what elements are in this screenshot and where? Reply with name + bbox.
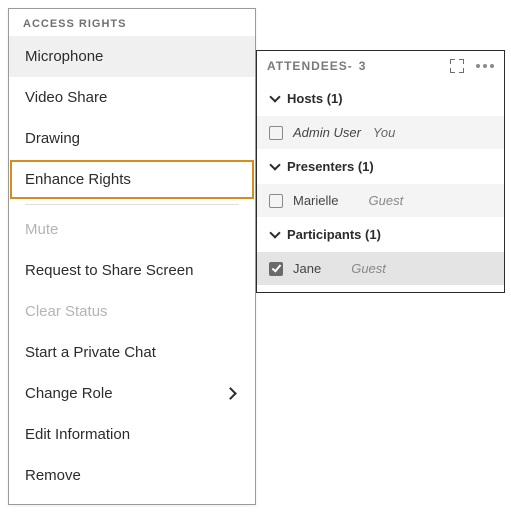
attendees-header: ATTENDEES - 3 — [257, 51, 504, 81]
attendee-suffix: Guest — [351, 261, 386, 276]
fullscreen-icon[interactable] — [450, 59, 464, 73]
menu-item-label: Drawing — [25, 130, 80, 147]
menu-item-change-role[interactable]: Change Role — [9, 373, 255, 414]
menu-item-label: Microphone — [25, 48, 103, 65]
menu-item-drawing[interactable]: Drawing — [9, 118, 255, 159]
menu-item-label: Request to Share Screen — [25, 262, 193, 279]
checkbox-checked-icon[interactable] — [269, 262, 283, 276]
menu-item-microphone[interactable]: Microphone — [9, 36, 255, 77]
menu-item-clear-status: Clear Status — [9, 291, 255, 332]
group-label: Hosts (1) — [287, 91, 343, 106]
menu-item-mute: Mute — [9, 209, 255, 250]
chevron-down-icon — [269, 159, 280, 170]
menu-item-private-chat[interactable]: Start a Private Chat — [9, 332, 255, 373]
attendee-name: Admin User — [293, 125, 361, 140]
access-rights-menu: ACCESS RIGHTS Microphone Video Share Dra… — [8, 8, 256, 505]
attendees-count: 3 — [359, 59, 367, 73]
menu-section-header: ACCESS RIGHTS — [9, 9, 255, 36]
attendees-count-sep: - — [348, 59, 353, 73]
menu-item-request-share[interactable]: Request to Share Screen — [9, 250, 255, 291]
menu-item-enhance-rights[interactable]: Enhance Rights — [9, 159, 255, 200]
attendee-name: Marielle — [293, 193, 339, 208]
chevron-down-icon — [269, 91, 280, 102]
group-label: Presenters (1) — [287, 159, 374, 174]
menu-item-label: Video Share — [25, 89, 107, 106]
attendee-row[interactable]: Admin User You — [257, 116, 504, 149]
group-label: Participants (1) — [287, 227, 381, 242]
menu-item-label: Change Role — [25, 385, 113, 402]
attendee-suffix: You — [373, 125, 395, 140]
group-header-hosts[interactable]: Hosts (1) — [257, 81, 504, 116]
menu-item-label: Mute — [25, 221, 58, 238]
more-options-icon[interactable] — [476, 64, 494, 68]
attendee-suffix: Guest — [369, 193, 404, 208]
attendees-title: ATTENDEES — [267, 59, 348, 73]
checkbox-icon[interactable] — [269, 194, 283, 208]
menu-item-label: Edit Information — [25, 426, 130, 443]
group-header-presenters[interactable]: Presenters (1) — [257, 149, 504, 184]
menu-item-label: Start a Private Chat — [25, 344, 156, 361]
menu-item-label: Clear Status — [25, 303, 108, 320]
attendee-row[interactable]: Jane Guest — [257, 252, 504, 285]
menu-item-remove[interactable]: Remove — [9, 455, 255, 496]
group-header-participants[interactable]: Participants (1) — [257, 217, 504, 252]
menu-item-edit-information[interactable]: Edit Information — [9, 414, 255, 455]
chevron-right-icon — [224, 387, 237, 400]
attendees-panel: ATTENDEES - 3 Hosts (1) Admin User You P… — [256, 50, 505, 293]
menu-item-video-share[interactable]: Video Share — [9, 77, 255, 118]
menu-item-label: Remove — [25, 467, 81, 484]
checkbox-icon[interactable] — [269, 126, 283, 140]
attendee-name: Jane — [293, 261, 321, 276]
menu-item-label: Enhance Rights — [25, 171, 131, 188]
chevron-down-icon — [269, 227, 280, 238]
menu-separator — [25, 204, 239, 205]
attendee-row[interactable]: Marielle Guest — [257, 184, 504, 217]
